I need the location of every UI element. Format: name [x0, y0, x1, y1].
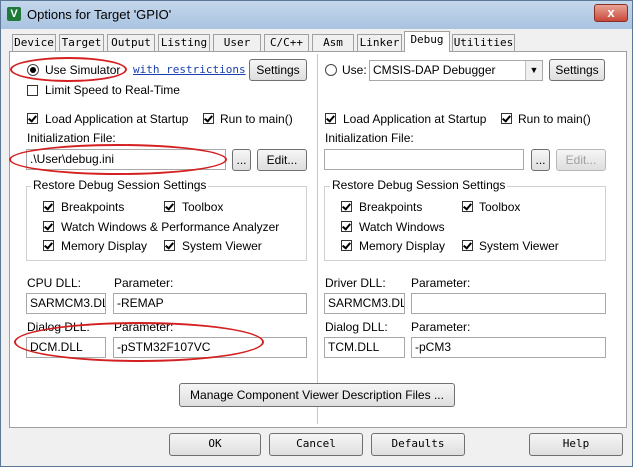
run-to-main-label-right: Run to main(): [518, 112, 591, 126]
toolbox-checkbox-left[interactable]: [164, 201, 175, 212]
window-title: Options for Target 'GPIO': [27, 7, 172, 22]
panel-divider: [317, 54, 318, 424]
tab-listing[interactable]: Listing: [158, 34, 210, 51]
system-viewer-label-right: System Viewer: [479, 239, 559, 253]
cpu-dll-param-input[interactable]: -REMAP: [113, 293, 307, 314]
load-app-label-right: Load Application at Startup: [343, 112, 487, 126]
debugger-select-value: CMSIS-DAP Debugger: [373, 63, 496, 77]
use-label: Use:: [342, 63, 367, 77]
load-app-label-left: Load Application at Startup: [45, 112, 189, 126]
help-button[interactable]: Help: [529, 433, 623, 456]
manage-component-viewer-button[interactable]: Manage Component Viewer Description File…: [179, 383, 455, 407]
run-to-main-label-left: Run to main(): [220, 112, 293, 126]
watch-windows-label-right: Watch Windows: [359, 220, 445, 234]
tab-c-cpp[interactable]: C/C++: [264, 34, 309, 51]
watch-windows-checkbox-left[interactable]: [43, 221, 54, 232]
watch-windows-label-left: Watch Windows & Performance Analyzer: [61, 220, 280, 234]
tab-debug[interactable]: Debug: [404, 31, 450, 52]
memory-display-label-left: Memory Display: [61, 239, 148, 253]
init-file-edit-button-right[interactable]: Edit...: [556, 149, 606, 171]
use-debugger-radio[interactable]: [325, 64, 337, 76]
cpu-dll-input[interactable]: SARMCM3.DLL: [26, 293, 106, 314]
annotation-oval-init-file: [9, 144, 227, 175]
title-bar: V Options for Target 'GPIO' x: [1, 1, 632, 29]
options-dialog: V Options for Target 'GPIO' x Device Tar…: [0, 0, 633, 467]
run-to-main-checkbox-left[interactable]: [203, 113, 214, 124]
run-to-main-checkbox-right[interactable]: [501, 113, 512, 124]
ok-button[interactable]: OK: [169, 433, 261, 456]
dialog-dll-param-input-right[interactable]: -pCM3: [411, 337, 606, 358]
cancel-button[interactable]: Cancel: [269, 433, 363, 456]
init-file-label-right: Initialization File:: [325, 131, 414, 145]
simulator-settings-button[interactable]: Settings: [249, 59, 307, 81]
memory-display-checkbox-left[interactable]: [43, 240, 54, 251]
system-viewer-checkbox-left[interactable]: [164, 240, 175, 251]
restore-group-title-left: Restore Debug Session Settings: [31, 178, 209, 192]
chevron-down-icon[interactable]: ▼: [525, 61, 542, 80]
breakpoints-label-left: Breakpoints: [61, 200, 125, 214]
load-app-checkbox-left[interactable]: [27, 113, 38, 124]
tab-device[interactable]: Device: [12, 34, 56, 51]
memory-display-checkbox-right[interactable]: [341, 240, 352, 251]
init-file-browse-button-right[interactable]: ...: [531, 149, 550, 171]
tab-output[interactable]: Output: [107, 34, 155, 51]
annotation-oval-dialog-dll: [14, 322, 264, 362]
init-file-label-left: Initialization File:: [27, 131, 116, 145]
defaults-button[interactable]: Defaults: [371, 433, 465, 456]
tab-asm[interactable]: Asm: [312, 34, 354, 51]
init-file-browse-button-left[interactable]: ...: [232, 149, 251, 171]
dialog-dll-label-right: Dialog DLL:: [325, 320, 388, 334]
breakpoints-checkbox-left[interactable]: [43, 201, 54, 212]
init-file-input-right[interactable]: [324, 149, 524, 170]
watch-windows-checkbox-right[interactable]: [341, 221, 352, 232]
tab-linker[interactable]: Linker: [357, 34, 402, 51]
dialog-dll-param-label-right: Parameter:: [411, 320, 471, 334]
annotation-oval-simulator: [10, 57, 127, 82]
restore-group-title-right: Restore Debug Session Settings: [330, 178, 508, 192]
init-file-edit-button-left[interactable]: Edit...: [257, 149, 307, 171]
limit-speed-label: Limit Speed to Real-Time: [45, 83, 180, 97]
cpu-dll-param-label: Parameter:: [114, 276, 174, 290]
system-viewer-label-left: System Viewer: [182, 239, 262, 253]
driver-dll-param-label: Parameter:: [411, 276, 471, 290]
tab-utilities[interactable]: Utilities: [452, 34, 515, 51]
breakpoints-label-right: Breakpoints: [359, 200, 423, 214]
driver-dll-input[interactable]: SARMCM3.DLL: [324, 293, 405, 314]
toolbox-label-left: Toolbox: [182, 200, 224, 214]
driver-dll-label: Driver DLL:: [325, 276, 386, 290]
close-button[interactable]: x: [594, 4, 628, 22]
system-viewer-checkbox-right[interactable]: [462, 240, 473, 251]
cpu-dll-label: CPU DLL:: [27, 276, 82, 290]
memory-display-label-right: Memory Display: [359, 239, 446, 253]
dialog-dll-input-right[interactable]: TCM.DLL: [324, 337, 405, 358]
debugger-select[interactable]: CMSIS-DAP Debugger ▼: [369, 60, 543, 81]
app-icon: V: [7, 7, 21, 21]
with-restrictions-link[interactable]: with restrictions: [133, 63, 246, 76]
tab-target[interactable]: Target: [59, 34, 104, 51]
toolbox-checkbox-right[interactable]: [462, 201, 473, 212]
limit-speed-checkbox[interactable]: [27, 85, 38, 96]
toolbox-label-right: Toolbox: [479, 200, 521, 214]
load-app-checkbox-right[interactable]: [325, 113, 336, 124]
breakpoints-checkbox-right[interactable]: [341, 201, 352, 212]
debugger-settings-button[interactable]: Settings: [549, 59, 605, 81]
driver-dll-param-input[interactable]: [411, 293, 606, 314]
tab-user[interactable]: User: [213, 34, 261, 51]
